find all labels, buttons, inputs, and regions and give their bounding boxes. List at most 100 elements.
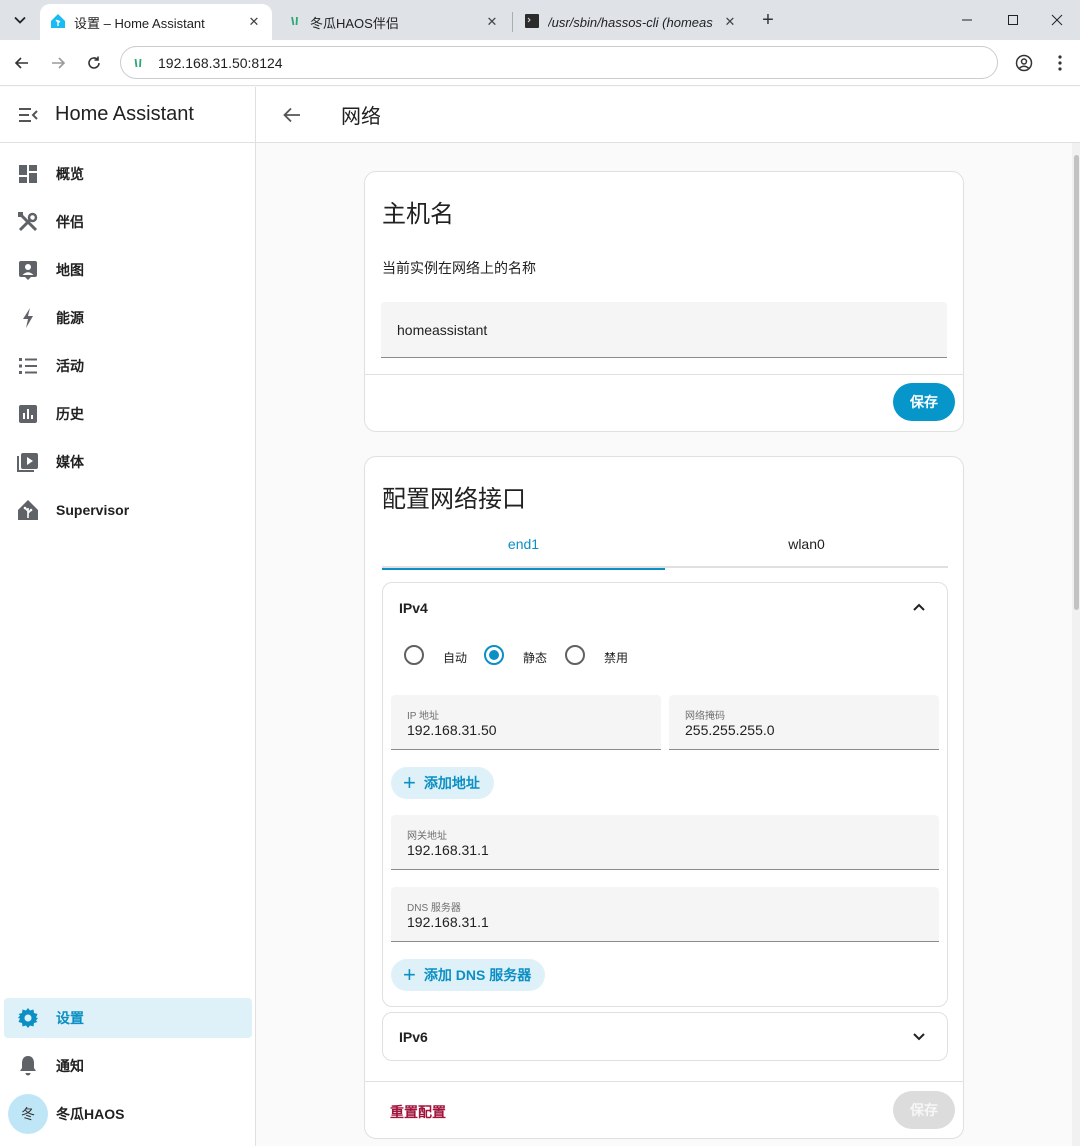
maximize-icon [1008, 15, 1018, 25]
browser-tab-companion[interactable]: 冬瓜HAOS伴侣 ✕ [278, 4, 510, 40]
map-account-icon [16, 258, 40, 282]
sidebar-item-label: 地图 [56, 262, 84, 278]
card-divider [365, 374, 963, 375]
radio-static[interactable] [484, 645, 504, 665]
address-bar[interactable]: 192.168.31.50:8124 [120, 46, 998, 79]
sidebar-item-label: Supervisor [56, 502, 130, 518]
back-button[interactable] [10, 51, 34, 75]
chevron-up-icon[interactable] [909, 597, 929, 617]
browser-tab-terminal[interactable]: /usr/sbin/hassos-cli (homeas ✕ [514, 4, 748, 40]
dashboard-icon [16, 162, 40, 186]
close-icon [1051, 14, 1063, 26]
sidebar-item-logbook[interactable]: 活动 [4, 346, 252, 386]
scrollbar-thumb[interactable] [1074, 155, 1079, 610]
add-dns-server-button[interactable]: + 添加 DNS 服务器 [391, 959, 546, 991]
site-favicon-icon [288, 14, 302, 31]
sidebar-item-map[interactable]: 地图 [4, 250, 252, 290]
field-label: 网络掩码 [685, 711, 725, 722]
sidebar-item-energy[interactable]: 能源 [4, 298, 252, 338]
bell-icon [16, 1054, 40, 1078]
radio-auto[interactable] [404, 645, 424, 665]
ipv6-title: IPv6 [399, 1029, 428, 1045]
lightning-icon [16, 306, 40, 330]
hostname-field[interactable]: homeassistant [381, 302, 947, 358]
sidebar-item-label: 伴侣 [56, 214, 84, 230]
ipv4-panel: IPv4 自动 静态 禁用 IP 地址 192.168.31.50 网络掩码 2… [382, 582, 948, 1007]
ipv4-title: IPv4 [399, 600, 428, 616]
sidebar-item-supervisor[interactable]: Supervisor [4, 490, 252, 530]
sidebar-item-overview[interactable]: 概览 [4, 154, 252, 194]
tab-search-button[interactable] [8, 8, 32, 32]
user-name: 冬瓜HAOS [56, 1106, 125, 1122]
avatar: 冬 [8, 1094, 48, 1134]
card-divider [365, 1081, 963, 1082]
media-icon [16, 450, 40, 474]
sidebar-item-label: 能源 [56, 310, 84, 326]
field-value: 192.168.31.1 [407, 914, 489, 930]
dns-server-field[interactable]: DNS 服务器 192.168.31.1 [391, 887, 939, 942]
sidebar-item-label: 通知 [56, 1058, 84, 1074]
ip-address-field[interactable]: IP 地址 192.168.31.50 [391, 695, 661, 750]
sidebar-item-history[interactable]: 历史 [4, 394, 252, 434]
tab-title: 冬瓜HAOS伴侣 [310, 15, 399, 31]
chevron-down-icon[interactable] [909, 1027, 929, 1047]
page-title: 网络 [341, 106, 381, 128]
chart-box-icon [16, 402, 40, 426]
browser-tab-settings[interactable]: 设置 – Home Assistant ✕ [40, 4, 272, 40]
sidebar-item-label: 设置 [56, 1010, 84, 1026]
sidebar: Home Assistant 概览 伴侣 地图 能源 活动 历史 媒体 Supe… [0, 87, 256, 1146]
field-label: 网关地址 [407, 831, 447, 842]
terminal-favicon-icon [524, 13, 540, 32]
minimize-button[interactable] [944, 0, 990, 40]
plus-icon: + [403, 962, 416, 987]
close-icon[interactable]: ✕ [484, 14, 500, 30]
network-save-button[interactable]: 保存 [893, 1091, 955, 1129]
gateway-field[interactable]: 网关地址 192.168.31.1 [391, 815, 939, 870]
reload-icon [88, 56, 100, 69]
netmask-field[interactable]: 网络掩码 255.255.255.0 [669, 695, 939, 750]
button-label: 添加 DNS 服务器 [423, 967, 532, 983]
arrow-left-icon [14, 57, 28, 69]
menu-open-icon[interactable] [16, 103, 40, 127]
list-icon [16, 354, 40, 378]
minimize-icon [962, 19, 972, 21]
reset-config-button[interactable]: 重置配置 [390, 1102, 446, 1122]
add-address-button[interactable]: + 添加地址 [391, 767, 494, 799]
sidebar-item-settings[interactable]: 设置 [4, 998, 252, 1038]
hostname-card: 主机名 当前实例在网络上的名称 homeassistant 保存 [364, 171, 964, 432]
field-value: 255.255.255.0 [685, 722, 775, 738]
profile-button[interactable] [1012, 51, 1036, 75]
radio-label-disabled: 禁用 [604, 651, 629, 665]
site-info-icon[interactable] [131, 56, 145, 70]
forward-button[interactable] [46, 51, 70, 75]
arrow-left-icon[interactable] [280, 103, 304, 127]
close-icon[interactable]: ✕ [246, 14, 262, 30]
sidebar-item-profile[interactable]: 冬 冬瓜HAOS [4, 1094, 252, 1134]
sidebar-item-companion[interactable]: 伴侣 [4, 202, 252, 242]
close-icon[interactable]: ✕ [722, 14, 738, 30]
tab-wlan0[interactable]: wlan0 [665, 520, 948, 568]
interface-tabs: end1 wlan0 [382, 520, 948, 570]
more-vert-icon [1058, 55, 1062, 71]
close-window-button[interactable] [1034, 0, 1080, 40]
new-tab-button[interactable]: + [757, 8, 779, 32]
sidebar-item-label: 历史 [56, 406, 84, 422]
plus-icon: + [403, 770, 416, 795]
field-value: 192.168.31.50 [407, 722, 497, 738]
tab-title: 设置 – Home Assistant [74, 15, 205, 31]
radio-disabled[interactable] [565, 645, 585, 665]
browser-menu-button[interactable] [1048, 51, 1072, 75]
tab-end1[interactable]: end1 [382, 520, 665, 570]
hostname-save-button[interactable]: 保存 [893, 383, 955, 421]
button-label: 添加地址 [423, 775, 480, 791]
radio-label-static: 静态 [523, 651, 548, 665]
reload-button[interactable] [82, 51, 106, 75]
ipv6-panel[interactable]: IPv6 [382, 1012, 948, 1061]
card-title: 配置网络接口 [382, 486, 526, 513]
network-interface-card: 配置网络接口 end1 wlan0 IPv4 自动 静态 禁用 IP 地址 19… [364, 456, 964, 1139]
sidebar-item-notifications[interactable]: 通知 [4, 1046, 252, 1086]
maximize-button[interactable] [990, 0, 1036, 40]
chevron-down-icon [14, 16, 26, 24]
hostname-description: 当前实例在网络上的名称 [382, 260, 536, 276]
sidebar-item-media[interactable]: 媒体 [4, 442, 252, 482]
